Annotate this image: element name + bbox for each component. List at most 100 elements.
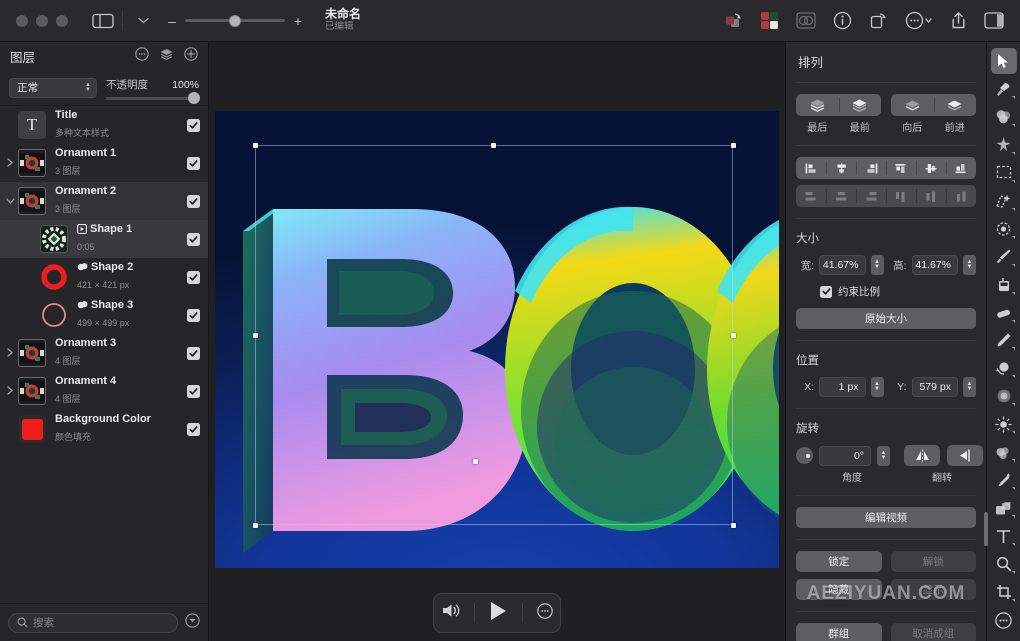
layer-row-ornament-4[interactable]: Ornament 4 4 图层 bbox=[0, 372, 208, 410]
layer-visibility-checkbox[interactable] bbox=[187, 308, 200, 322]
align-left-icon[interactable] bbox=[796, 157, 826, 179]
zoom-slider[interactable]: – + bbox=[167, 13, 303, 29]
maximize-button[interactable] bbox=[56, 14, 68, 27]
smudge-icon[interactable] bbox=[991, 439, 1017, 465]
opacity-control[interactable]: 不透明度 100% bbox=[106, 76, 200, 104]
selection-handle[interactable] bbox=[253, 523, 258, 528]
constrain-checkbox[interactable] bbox=[820, 285, 832, 298]
y-input[interactable]: 579 px bbox=[911, 377, 958, 397]
shape-duplicate-icon[interactable] bbox=[723, 12, 743, 30]
flip-vertical-icon[interactable] bbox=[904, 445, 940, 466]
layer-disclosure-triangle[interactable] bbox=[2, 385, 18, 397]
layer-row-ornament-2[interactable]: Ornament 2 3 图层 bbox=[0, 182, 208, 220]
paint-bucket-icon[interactable] bbox=[991, 272, 1017, 298]
selection-handle[interactable] bbox=[253, 143, 258, 148]
opacity-track[interactable] bbox=[106, 92, 200, 104]
wand-retouch-icon[interactable] bbox=[991, 76, 1017, 102]
layer-row-shape-2[interactable]: Shape 2 421 × 421 px bbox=[0, 258, 208, 296]
width-input[interactable]: 41.67% bbox=[819, 255, 866, 275]
layer-list[interactable]: T Title 多种文本样式 Ornament 1 3 图层 Ornament 2 3 图层… bbox=[0, 106, 208, 603]
selection-handle[interactable] bbox=[253, 333, 258, 338]
eraser-icon[interactable] bbox=[991, 300, 1017, 326]
color-swatches-icon[interactable] bbox=[760, 11, 779, 30]
selection-handle[interactable] bbox=[491, 143, 496, 148]
layer-row-ornament-3[interactable]: Ornament 3 4 图层 bbox=[0, 334, 208, 372]
blend-mode-select[interactable]: 正常 ▲ ▼ bbox=[9, 77, 97, 98]
layers-stack-icon[interactable] bbox=[159, 47, 174, 66]
pencil-icon[interactable] bbox=[991, 328, 1017, 354]
zoom-in-label[interactable]: + bbox=[293, 13, 303, 29]
search-input[interactable]: 搜索 bbox=[8, 612, 178, 633]
sparkle-icon[interactable] bbox=[991, 132, 1017, 158]
zoom-track[interactable] bbox=[185, 14, 285, 27]
more-icon[interactable] bbox=[135, 46, 149, 66]
layer-visibility-checkbox[interactable] bbox=[187, 194, 200, 208]
zoom-knob[interactable] bbox=[229, 14, 241, 27]
order-segment-backward-forward[interactable] bbox=[891, 94, 976, 116]
shapes-icon[interactable] bbox=[991, 495, 1017, 521]
filter-dropdown-icon[interactable] bbox=[185, 612, 200, 633]
text-icon[interactable] bbox=[991, 523, 1017, 549]
order-button-group[interactable] bbox=[796, 94, 976, 116]
sidebar-toggle-icon[interactable] bbox=[90, 11, 116, 31]
x-stepper[interactable]: ▲ ▼ bbox=[870, 377, 884, 397]
pen-icon[interactable] bbox=[991, 467, 1017, 493]
more-menu-icon[interactable] bbox=[905, 11, 933, 30]
layer-visibility-checkbox[interactable] bbox=[187, 422, 200, 436]
canvas-area[interactable] bbox=[209, 42, 785, 641]
layer-row-shape-1[interactable]: Shape 1 0:05 bbox=[0, 220, 208, 258]
blur-icon[interactable] bbox=[991, 383, 1017, 409]
layer-visibility-checkbox[interactable] bbox=[187, 270, 200, 284]
layer-visibility-checkbox[interactable] bbox=[187, 384, 200, 398]
layer-visibility-checkbox[interactable] bbox=[187, 232, 200, 246]
layer-disclosure-triangle[interactable] bbox=[2, 197, 18, 206]
send-to-back-icon[interactable] bbox=[796, 94, 839, 116]
play-icon[interactable] bbox=[488, 600, 508, 627]
rotation-dial[interactable] bbox=[796, 447, 813, 464]
layer-row-shape-3[interactable]: Shape 3 499 × 499 px bbox=[0, 296, 208, 334]
zoom-out-label[interactable]: – bbox=[167, 13, 177, 29]
y-stepper[interactable]: ▲ ▼ bbox=[963, 377, 976, 397]
align-row-distribute[interactable] bbox=[796, 185, 976, 207]
magnifier-icon[interactable] bbox=[991, 551, 1017, 577]
mask-icon[interactable] bbox=[796, 12, 816, 29]
height-input[interactable]: 41.67% bbox=[911, 255, 958, 275]
window-controls[interactable] bbox=[16, 14, 68, 27]
layer-visibility-checkbox[interactable] bbox=[187, 118, 200, 132]
bring-to-front-icon[interactable] bbox=[838, 94, 882, 116]
info-icon[interactable] bbox=[833, 11, 852, 30]
close-button[interactable] bbox=[16, 14, 28, 27]
color-circles-icon[interactable] bbox=[991, 104, 1017, 130]
more-icon[interactable] bbox=[537, 602, 553, 624]
artboard[interactable] bbox=[215, 111, 779, 568]
angle-stepper[interactable]: ▲ ▼ bbox=[877, 445, 890, 466]
marquee-icon[interactable] bbox=[991, 160, 1017, 186]
clone-stamp-icon[interactable] bbox=[991, 355, 1017, 381]
share-icon[interactable] bbox=[950, 11, 967, 30]
layer-row-background-color[interactable]: Background Color 颜色填充 bbox=[0, 410, 208, 448]
layer-visibility-checkbox[interactable] bbox=[187, 346, 200, 360]
align-center-h-icon[interactable] bbox=[826, 157, 856, 179]
quick-select-icon[interactable] bbox=[991, 188, 1017, 214]
order-segment-back-front[interactable] bbox=[796, 94, 881, 116]
layer-row-title[interactable]: T Title 多种文本样式 bbox=[0, 106, 208, 144]
original-size-button[interactable]: 原始大小 bbox=[796, 308, 976, 329]
layer-visibility-checkbox[interactable] bbox=[187, 156, 200, 170]
group-button[interactable]: 群组 bbox=[796, 623, 882, 641]
playback-controls[interactable] bbox=[433, 593, 561, 633]
brush-icon[interactable] bbox=[991, 244, 1017, 270]
x-input[interactable]: 1 px bbox=[819, 377, 866, 397]
cursor-icon[interactable] bbox=[990, 48, 1017, 74]
volume-icon[interactable] bbox=[441, 602, 460, 624]
brightness-icon[interactable] bbox=[991, 411, 1017, 437]
layer-disclosure-triangle[interactable] bbox=[2, 347, 18, 359]
minimize-button[interactable] bbox=[36, 14, 48, 27]
selection-bounds[interactable] bbox=[255, 145, 733, 525]
layer-disclosure-triangle[interactable] bbox=[2, 157, 18, 169]
selection-handle[interactable] bbox=[731, 523, 736, 528]
add-layer-icon[interactable] bbox=[184, 46, 198, 66]
flip-horizontal-icon[interactable] bbox=[947, 445, 983, 466]
align-middle-v-icon[interactable] bbox=[916, 157, 946, 179]
paint-select-icon[interactable] bbox=[991, 216, 1017, 242]
align-right-icon[interactable] bbox=[856, 157, 886, 179]
